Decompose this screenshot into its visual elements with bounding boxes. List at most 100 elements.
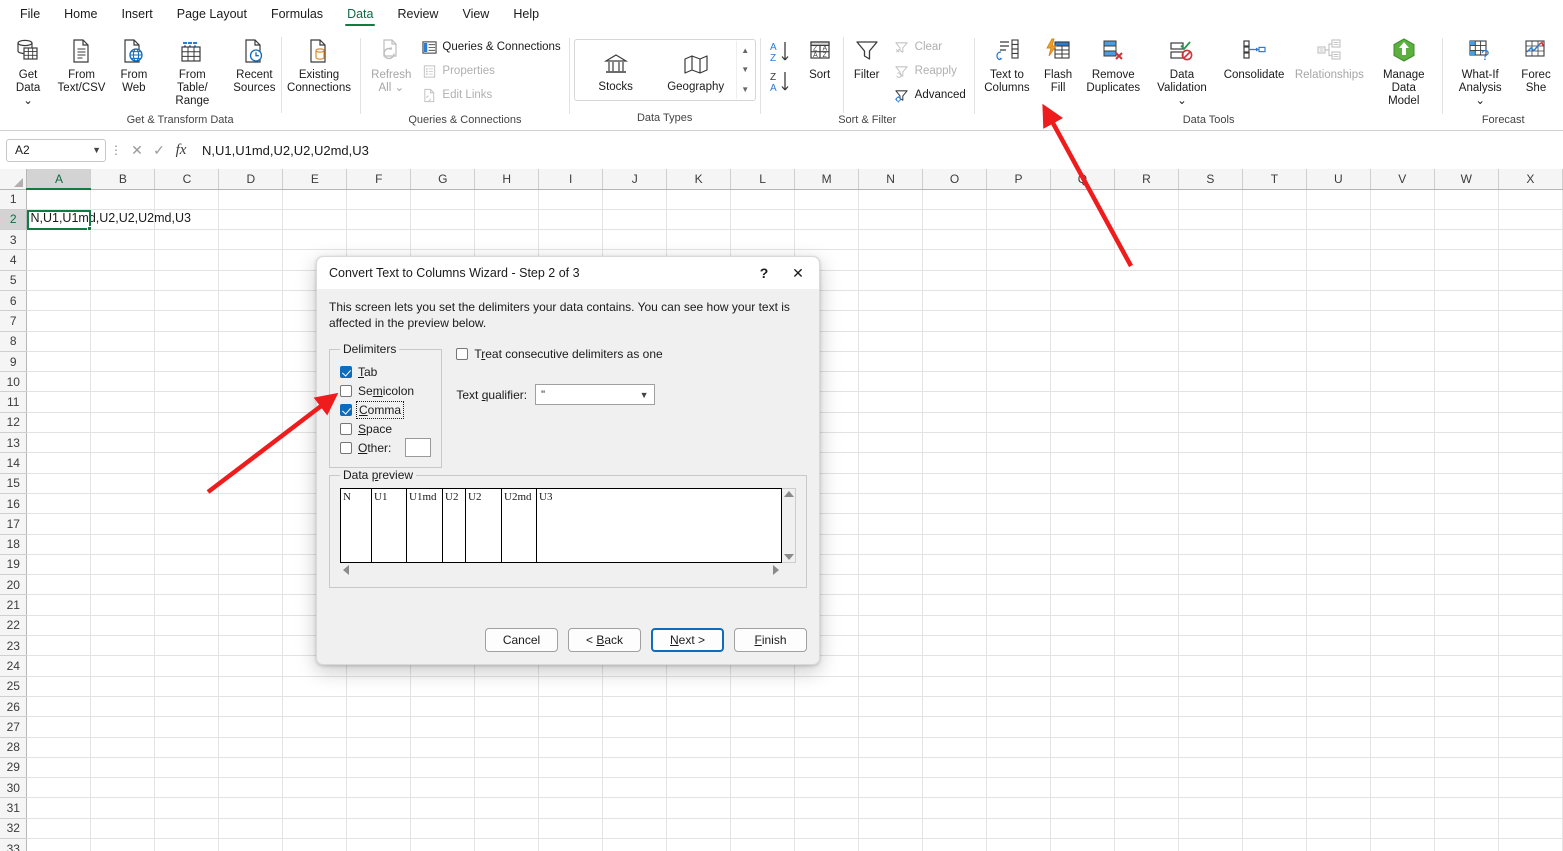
cell-U11[interactable] — [1306, 391, 1371, 413]
gallery-down-icon[interactable]: ▼ — [737, 60, 754, 79]
cell-C16[interactable] — [154, 493, 220, 515]
formula-input[interactable]: N,U1,U1md,U2,U2,U2md,U3 — [192, 138, 1557, 162]
cell-N24[interactable] — [858, 655, 924, 677]
cell-K1[interactable] — [666, 189, 732, 210]
cell-X17[interactable] — [1498, 513, 1563, 535]
dialog-title-bar[interactable]: Convert Text to Columns Wizard - Step 2 … — [317, 257, 819, 289]
chevron-down-icon[interactable]: ▼ — [634, 390, 654, 400]
cell-V24[interactable] — [1370, 655, 1435, 677]
cell-X18[interactable] — [1498, 534, 1563, 555]
cell-A32[interactable] — [26, 818, 92, 840]
cell-W11[interactable] — [1434, 391, 1499, 413]
cell-W21[interactable] — [1434, 594, 1499, 616]
flash-fill-button[interactable]: Flash Fill — [1035, 31, 1081, 97]
cell-R21[interactable] — [1114, 594, 1179, 616]
cell-T23[interactable] — [1242, 635, 1307, 657]
cell-A19[interactable] — [26, 554, 92, 576]
cell-N19[interactable] — [858, 554, 924, 576]
cell-T21[interactable] — [1242, 594, 1307, 616]
cell-U30[interactable] — [1306, 777, 1371, 799]
cell-H27[interactable] — [474, 716, 540, 738]
cell-U17[interactable] — [1306, 513, 1371, 535]
cell-S30[interactable] — [1178, 777, 1243, 799]
cell-T19[interactable] — [1242, 554, 1307, 576]
cell-W20[interactable] — [1434, 574, 1499, 596]
column-header-c[interactable]: C — [154, 169, 220, 190]
cell-P5[interactable] — [986, 270, 1051, 291]
cell-V13[interactable] — [1370, 432, 1435, 454]
cell-X23[interactable] — [1498, 635, 1563, 657]
cell-J26[interactable] — [602, 696, 668, 718]
cell-S29[interactable] — [1178, 757, 1243, 779]
cell-C10[interactable] — [154, 371, 220, 393]
row-header-28[interactable]: 28 — [0, 737, 28, 758]
cell-G28[interactable] — [410, 737, 476, 758]
cell-W23[interactable] — [1434, 635, 1499, 657]
cell-V23[interactable] — [1370, 635, 1435, 657]
cell-H32[interactable] — [474, 818, 540, 840]
cell-D11[interactable] — [218, 391, 284, 413]
cell-B3[interactable] — [90, 229, 156, 251]
cell-K31[interactable] — [666, 797, 732, 819]
cell-C15[interactable] — [154, 473, 220, 494]
cell-O3[interactable] — [922, 229, 988, 251]
cell-C18[interactable] — [154, 534, 220, 555]
insert-function-icon[interactable]: fx — [170, 139, 192, 161]
cell-N33[interactable] — [858, 838, 924, 851]
cell-S22[interactable] — [1178, 615, 1243, 637]
cell-U18[interactable] — [1306, 534, 1371, 555]
preview-column-5[interactable]: U2md — [502, 489, 537, 562]
cell-K25[interactable] — [666, 676, 732, 697]
cell-W4[interactable] — [1434, 249, 1499, 271]
cell-A1[interactable] — [26, 189, 92, 210]
tab-home[interactable]: Home — [52, 1, 109, 27]
row-header-27[interactable]: 27 — [0, 716, 28, 738]
cell-N9[interactable] — [858, 351, 924, 373]
cell-F27[interactable] — [346, 716, 412, 738]
cell-O26[interactable] — [922, 696, 988, 718]
row-header-6[interactable]: 6 — [0, 290, 28, 312]
cell-T8[interactable] — [1242, 331, 1307, 352]
cell-X3[interactable] — [1498, 229, 1563, 251]
queries-connections-button[interactable]: Queries & Connections — [417, 35, 564, 59]
cell-H30[interactable] — [474, 777, 540, 799]
cell-P33[interactable] — [986, 838, 1051, 851]
cell-L33[interactable] — [730, 838, 796, 851]
cell-X10[interactable] — [1498, 371, 1563, 393]
cell-O24[interactable] — [922, 655, 988, 677]
cell-M26[interactable] — [794, 696, 860, 718]
cell-N32[interactable] — [858, 818, 924, 840]
row-header-13[interactable]: 13 — [0, 432, 28, 454]
cell-O15[interactable] — [922, 473, 988, 494]
cell-O33[interactable] — [922, 838, 988, 851]
cell-W17[interactable] — [1434, 513, 1499, 535]
cell-R24[interactable] — [1114, 655, 1179, 677]
cell-O6[interactable] — [922, 290, 988, 312]
cell-O16[interactable] — [922, 493, 988, 515]
cell-Q9[interactable] — [1050, 351, 1115, 373]
cell-D10[interactable] — [218, 371, 284, 393]
cell-K3[interactable] — [666, 229, 732, 251]
cell-U12[interactable] — [1306, 412, 1371, 434]
cell-L30[interactable] — [730, 777, 796, 799]
cell-A14[interactable] — [26, 452, 92, 474]
cell-N28[interactable] — [858, 737, 924, 758]
cell-B13[interactable] — [90, 432, 156, 454]
cell-J27[interactable] — [602, 716, 668, 738]
semicolon-checkbox[interactable] — [340, 384, 352, 397]
cell-X11[interactable] — [1498, 391, 1563, 413]
scroll-down-icon[interactable] — [783, 554, 794, 560]
cell-N14[interactable] — [858, 452, 924, 474]
cell-S18[interactable] — [1178, 534, 1243, 555]
cell-W32[interactable] — [1434, 818, 1499, 840]
column-header-n[interactable]: N — [858, 169, 924, 190]
cell-T5[interactable] — [1242, 270, 1307, 291]
cell-J32[interactable] — [602, 818, 668, 840]
from-table-range-button[interactable]: From Table/ Range — [157, 31, 228, 110]
cell-G31[interactable] — [410, 797, 476, 819]
cell-B4[interactable] — [90, 249, 156, 271]
cell-X8[interactable] — [1498, 331, 1563, 352]
cell-A12[interactable] — [26, 412, 92, 434]
cell-M1[interactable] — [794, 189, 860, 210]
cell-B10[interactable] — [90, 371, 156, 393]
